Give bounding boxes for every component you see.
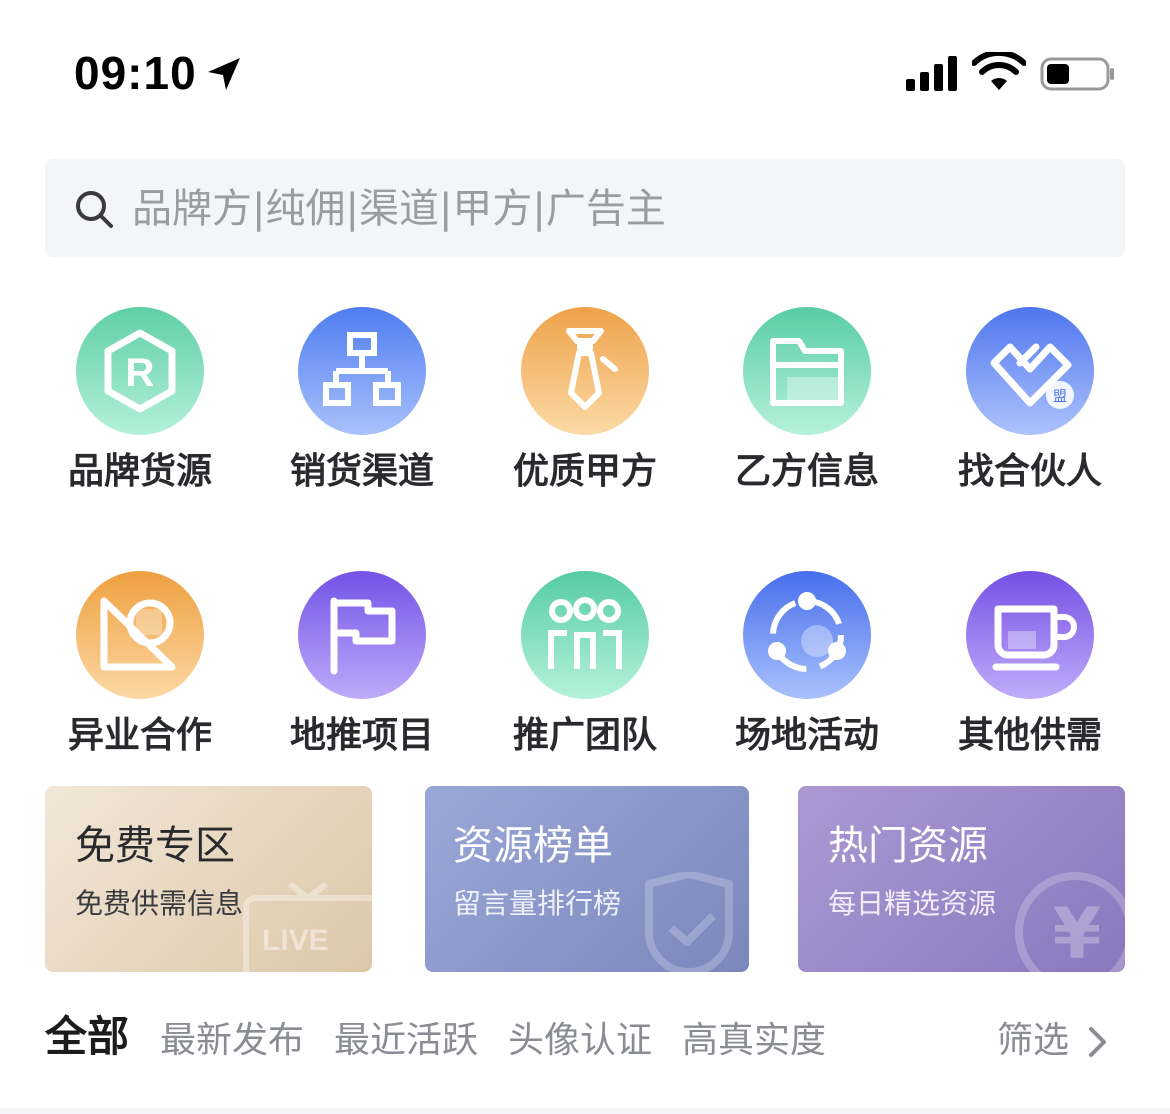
cup-icon	[966, 571, 1094, 699]
grid-label: 推广团队	[512, 715, 657, 756]
location-arrow-icon	[208, 58, 240, 90]
card-subtitle: 每日精选资源	[828, 887, 997, 920]
chevron-right-icon	[1089, 1027, 1106, 1057]
grid-label: 销货渠道	[289, 451, 434, 492]
grid-label: 乙方信息	[734, 451, 879, 492]
tab-all[interactable]: 全部	[45, 1014, 129, 1060]
partner-handshake-icon: 盟	[966, 307, 1094, 435]
tab-recently-active[interactable]: 最近活跃	[334, 1018, 478, 1064]
grid-item-other-needs[interactable]: 其他供需	[940, 571, 1120, 771]
cross-industry-icon	[76, 571, 204, 699]
grid-item-find-partner[interactable]: 盟 找合伙人	[940, 307, 1120, 507]
grid-item-brand-source[interactable]: R 品牌货源	[50, 307, 230, 507]
filter-tabs: 全部 最新发布 最近活跃 头像认证 高真实度 筛选	[0, 1000, 1170, 1090]
card-title: 资源榜单	[453, 823, 613, 869]
bottom-divider	[0, 1108, 1170, 1114]
battery-icon	[1040, 57, 1114, 91]
card-free-zone[interactable]: 免费专区 免费供需信息 LIVE	[45, 786, 372, 972]
live-tv-icon: LIVE	[243, 881, 372, 972]
search-placeholder: 品牌方|纯佣|渠道|甲方|广告主	[132, 186, 666, 232]
tab-high-authenticity[interactable]: 高真实度	[682, 1018, 826, 1064]
folder-icon	[743, 307, 871, 435]
venue-activity-icon	[743, 571, 871, 699]
tie-person-icon	[521, 307, 649, 435]
filter-button[interactable]: 筛选	[997, 1018, 1069, 1064]
search-icon	[76, 191, 113, 228]
status-time: 09:10	[74, 47, 197, 99]
grid-label: 地推项目	[289, 715, 434, 756]
yen-coin-icon: ¥	[1015, 872, 1125, 972]
flag-icon	[298, 571, 426, 699]
card-subtitle: 留言量排行榜	[453, 887, 622, 920]
brand-r-icon: R	[76, 307, 204, 435]
grid-item-ground-promo[interactable]: 地推项目	[272, 571, 452, 771]
grid-item-vendor-info[interactable]: 乙方信息	[717, 307, 897, 507]
status-bar: 09:10	[0, 0, 1170, 150]
wifi-icon	[972, 52, 1026, 90]
grid-label: 找合伙人	[957, 451, 1102, 492]
grid-label: 优质甲方	[512, 451, 657, 492]
card-subtitle: 免费供需信息	[75, 887, 244, 920]
svg-text:盟: 盟	[1053, 389, 1067, 405]
shield-check-icon	[645, 872, 733, 972]
svg-text:R: R	[126, 351, 155, 395]
team-icon	[521, 571, 649, 699]
card-resource-ranking[interactable]: 资源榜单 留言量排行榜	[425, 786, 749, 972]
channel-tree-icon	[298, 307, 426, 435]
grid-label: 场地活动	[734, 715, 879, 756]
tab-avatar-verified[interactable]: 头像认证	[508, 1018, 652, 1064]
svg-text:LIVE: LIVE	[262, 924, 329, 957]
grid-item-quality-client[interactable]: 优质甲方	[495, 307, 675, 507]
grid-label: 其他供需	[957, 715, 1102, 756]
grid-item-cross-industry[interactable]: 异业合作	[50, 571, 230, 771]
cellular-signal-icon	[906, 56, 957, 91]
card-title: 热门资源	[828, 823, 988, 869]
tab-latest[interactable]: 最新发布	[160, 1018, 304, 1064]
grid-label: 异业合作	[67, 715, 212, 756]
grid-label: 品牌货源	[67, 451, 212, 492]
svg-text:¥: ¥	[1053, 893, 1102, 972]
grid-item-promo-team[interactable]: 推广团队	[495, 571, 675, 771]
card-hot-resources[interactable]: 热门资源 每日精选资源 ¥	[798, 786, 1125, 972]
card-title: 免费专区	[75, 823, 235, 869]
grid-item-venue-activity[interactable]: 场地活动	[717, 571, 897, 771]
grid-item-sales-channel[interactable]: 销货渠道	[272, 307, 452, 507]
